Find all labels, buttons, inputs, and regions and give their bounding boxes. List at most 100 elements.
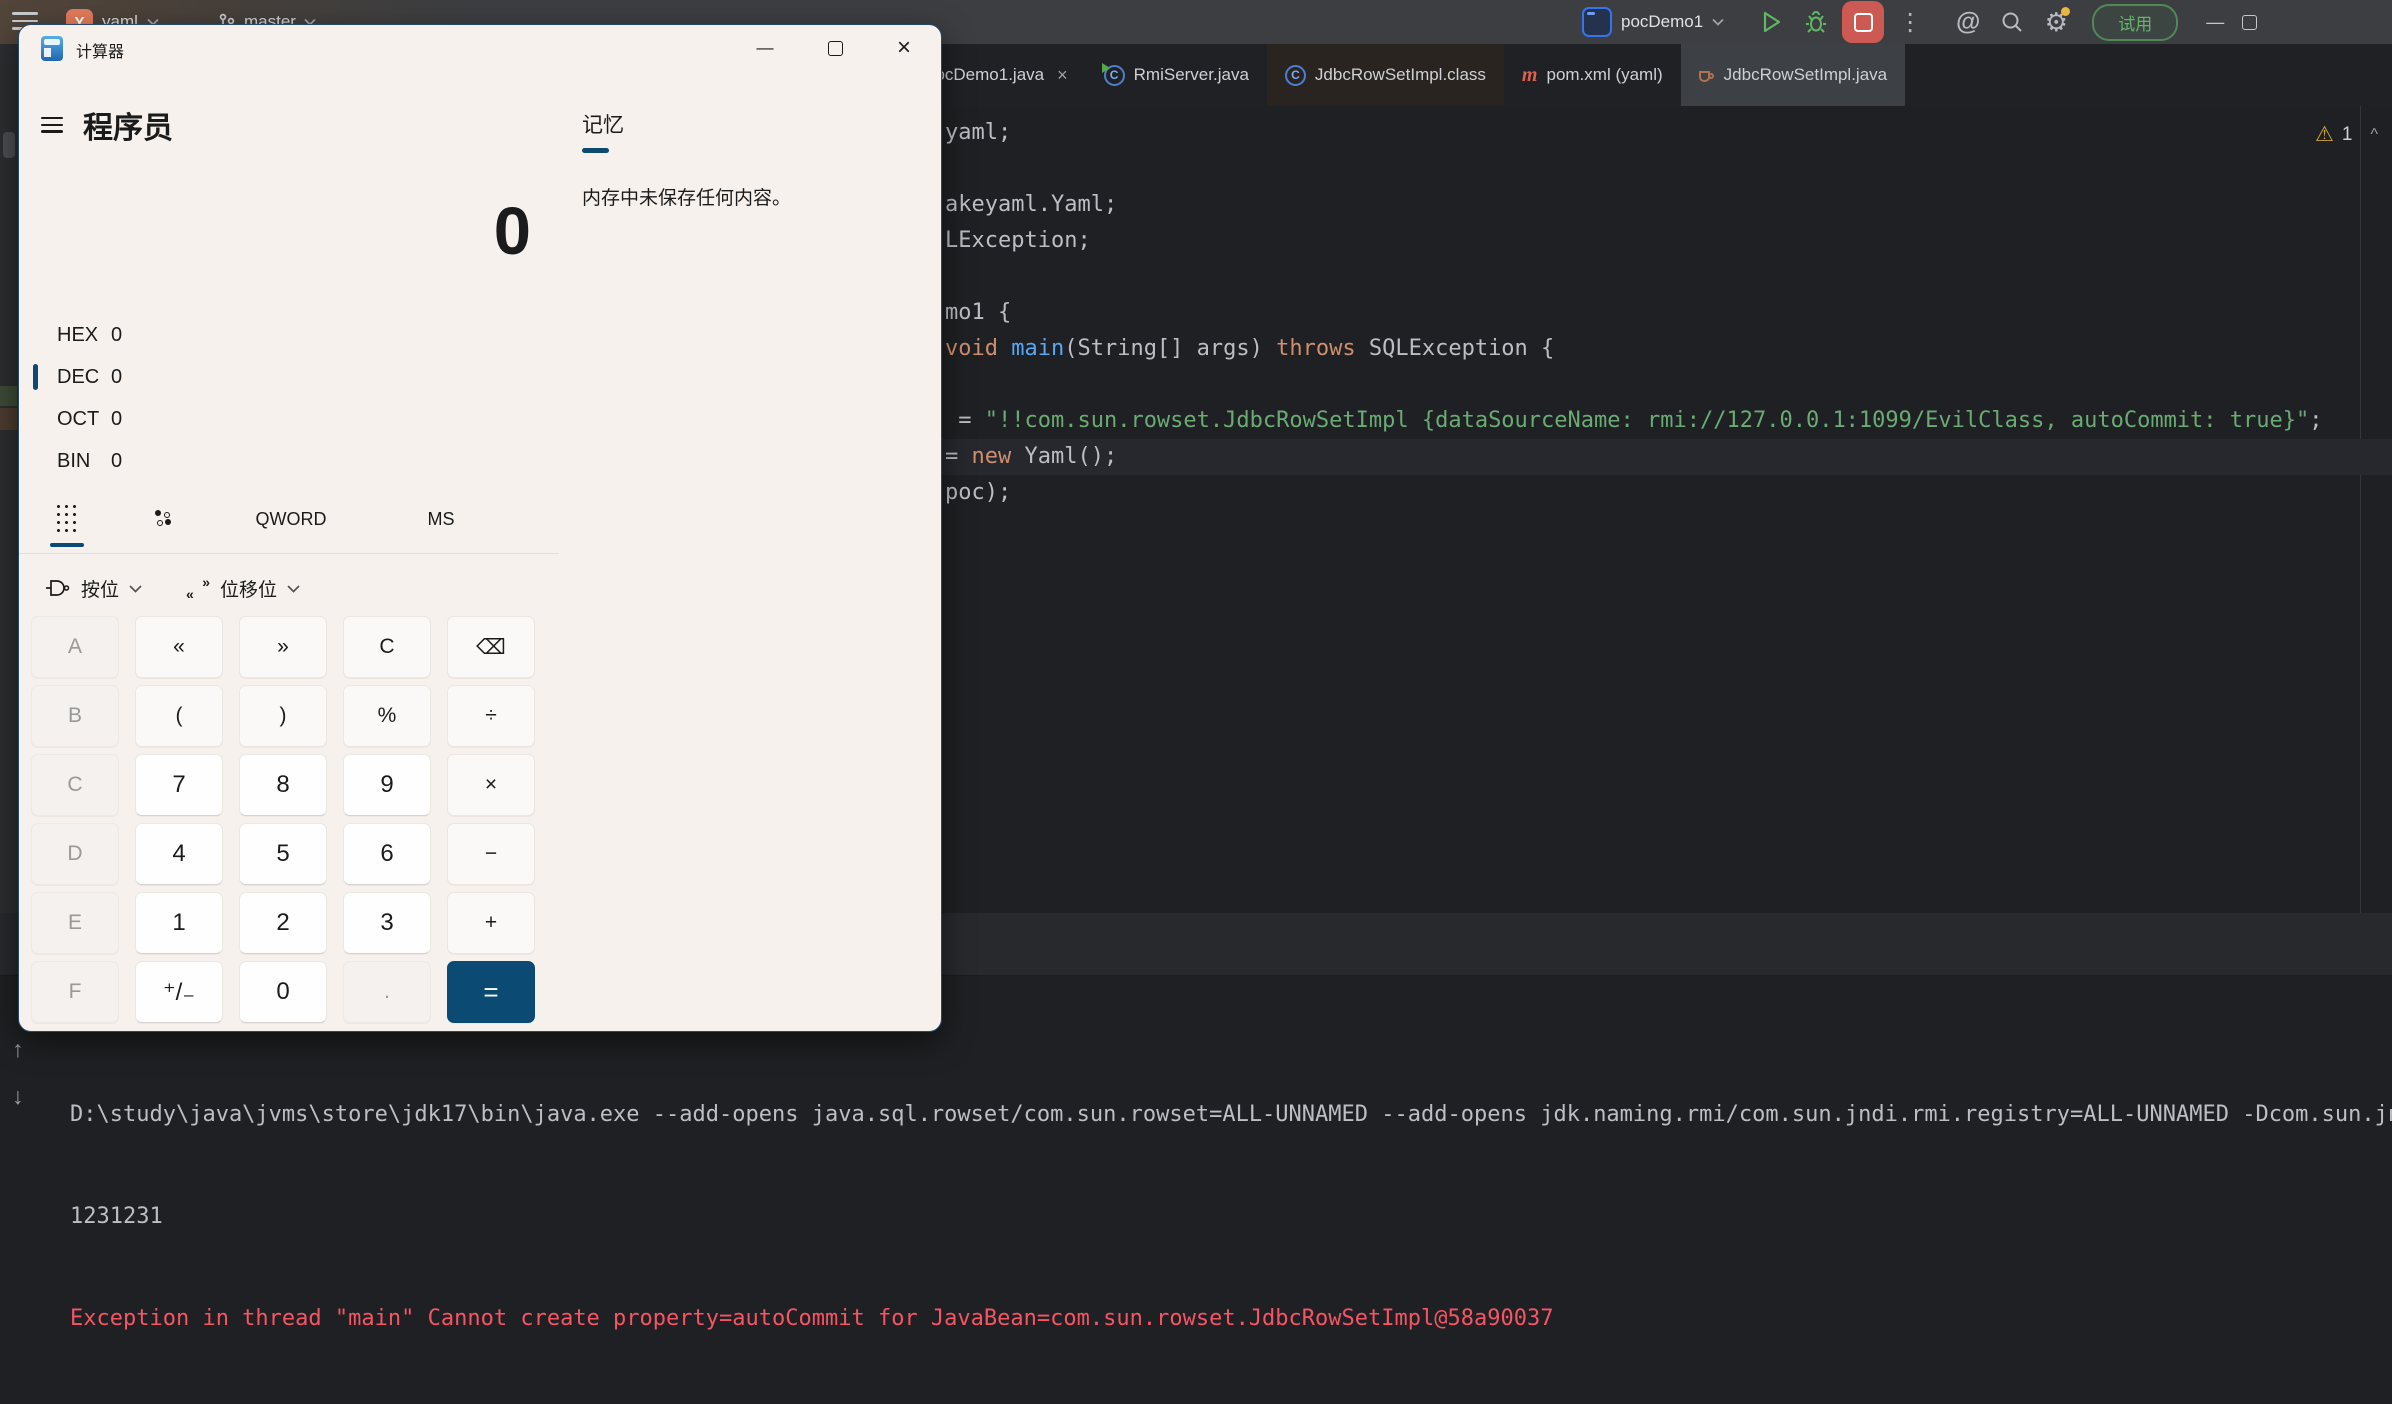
key-plus[interactable]: + — [447, 892, 535, 954]
warning-count: 1 — [2341, 123, 2353, 145]
key-close-paren[interactable]: ) — [239, 685, 327, 747]
window-maximize-button[interactable] — [2232, 14, 2266, 30]
key-negate[interactable]: ⁺/₋ — [135, 961, 223, 1023]
code-line: void main(String[] args) throws SQLExcep… — [945, 336, 1555, 361]
chevron-down-icon — [1712, 18, 1724, 26]
code-line: LException; — [945, 228, 1091, 253]
ai-assistant-button[interactable]: @ — [1946, 0, 1990, 44]
key-6[interactable]: 6 — [343, 823, 431, 885]
bitshift-dropdown[interactable]: » « 位移位 — [186, 574, 300, 602]
radix-value: 0 — [111, 323, 123, 346]
maven-icon: m — [1521, 63, 1538, 86]
key-divide[interactable]: ÷ — [447, 685, 535, 747]
memory-tab[interactable]: 记忆 — [582, 109, 624, 153]
stop-button[interactable] — [1842, 1, 1885, 43]
calc-minimize-button[interactable]: — — [742, 25, 788, 71]
tool-stripe-item[interactable] — [0, 386, 17, 406]
calc-close-button[interactable]: × — [881, 25, 927, 71]
tab-label: RmiServer.java — [1133, 65, 1249, 84]
scroll-up-icon[interactable]: ↑ — [12, 1038, 24, 1061]
active-toggle-underline — [50, 542, 84, 547]
key-shift-left[interactable]: « — [135, 616, 223, 678]
key-percent[interactable]: % — [343, 685, 431, 747]
tab-label: pocDemo1.java — [926, 65, 1045, 84]
code-line: = "!!com.sun.rowset.JdbcRowSetImpl {data… — [945, 408, 2323, 433]
window-minimize-button[interactable]: — — [2198, 12, 2232, 33]
tab-pom-xml-yaml-[interactable]: m pom.xml (yaml) — [1504, 44, 1681, 106]
calc-display: 0 — [493, 194, 531, 269]
key-b: B — [31, 685, 119, 747]
tab-close-icon[interactable]: × — [1057, 65, 1068, 86]
run-configuration-selector[interactable]: pocDemo1 — [1582, 7, 1724, 37]
warning-icon: ⚠ — [2315, 123, 2334, 146]
code-line: poc); — [945, 480, 1012, 505]
key-open-paren[interactable]: ( — [135, 685, 223, 747]
key-8[interactable]: 8 — [239, 754, 327, 816]
trial-badge[interactable]: 试用 — [2092, 3, 2179, 41]
bitwise-dropdown[interactable]: 按位 — [45, 575, 142, 602]
key-7[interactable]: 7 — [135, 754, 223, 816]
logic-gate-icon — [46, 580, 70, 596]
memory-empty-text: 内存中未保存任何内容。 — [582, 188, 792, 209]
tab-jdbcrowsetimpl-java[interactable]: JdbcRowSetImpl.java — [1680, 44, 1906, 106]
stop-icon — [1853, 12, 1873, 32]
key-multiply[interactable]: × — [447, 754, 535, 816]
chevron-down-icon — [129, 584, 142, 593]
radix-label: BIN — [57, 449, 91, 472]
key-d: D — [31, 823, 119, 885]
tab-label: pom.xml (yaml) — [1546, 65, 1663, 84]
radix-panel: HEX 0 DEC 0 OCT 0 BIN 0 — [19, 314, 531, 482]
key-clear[interactable]: C — [343, 616, 431, 678]
run-button[interactable] — [1750, 0, 1794, 44]
bitshift-label: 位移位 — [220, 579, 278, 601]
radix-row-bin[interactable]: BIN 0 — [19, 440, 531, 482]
debug-button[interactable] — [1794, 0, 1838, 44]
key-1[interactable]: 1 — [135, 892, 223, 954]
full-keypad-toggle[interactable] — [19, 491, 115, 547]
key-9[interactable]: 9 — [343, 754, 431, 816]
tool-stripe-item[interactable] — [3, 132, 15, 158]
tab-label: JdbcRowSetImpl.java — [1723, 65, 1888, 84]
key-c: C — [31, 754, 119, 816]
calculator-app-icon — [41, 36, 63, 61]
calc-maximize-button[interactable] — [812, 25, 858, 71]
settings-button[interactable]: ⚙ — [2034, 0, 2078, 44]
tool-stripe-item[interactable] — [0, 408, 17, 430]
console-error-line: Exception in thread "main" Cannot create… — [70, 1306, 1554, 1331]
calc-mode-title: 程序员 — [83, 112, 173, 145]
memory-store-button[interactable]: MS — [371, 491, 511, 547]
tab-jdbcrowsetimpl-class[interactable]: C JdbcRowSetImpl.class — [1266, 44, 1504, 106]
bit-toggle-keypad[interactable] — [115, 491, 211, 547]
calc-menu-icon[interactable] — [37, 111, 67, 139]
key-f: F — [31, 961, 119, 1023]
maximize-icon — [2241, 14, 2257, 30]
chevron-up-icon[interactable]: ^ — [2370, 126, 2378, 144]
radix-label: OCT — [57, 407, 100, 430]
key-2[interactable]: 2 — [239, 892, 327, 954]
key-e: E — [31, 892, 119, 954]
more-actions-button[interactable]: ⋮ — [1888, 0, 1932, 44]
search-everywhere-button[interactable] — [1990, 0, 2034, 44]
scroll-down-icon[interactable]: ↓ — [12, 1085, 24, 1108]
key-5[interactable]: 5 — [239, 823, 327, 885]
run-config-icon — [1582, 7, 1612, 37]
inspections-widget[interactable]: ⚠ 1 ^ — [2315, 122, 2378, 147]
console-output[interactable]: D:\study\java\jvms\store\jdk17\bin\java.… — [70, 1030, 2392, 1404]
key-4[interactable]: 4 — [135, 823, 223, 885]
key-0[interactable]: 0 — [239, 961, 327, 1023]
key-shift-right[interactable]: » — [239, 616, 327, 678]
radix-row-dec[interactable]: DEC 0 — [19, 356, 531, 398]
radix-row-oct[interactable]: OCT 0 — [19, 398, 531, 440]
console-line: 1231231 — [70, 1204, 163, 1229]
memory-tab-label: 记忆 — [582, 114, 624, 137]
radix-row-hex[interactable]: HEX 0 — [19, 314, 531, 356]
key-minus[interactable]: − — [447, 823, 535, 885]
tab-rmiserver-java[interactable]: C RmiServer.java — [1086, 44, 1267, 106]
calculator-titlebar[interactable]: 计算器 — × — [19, 25, 941, 71]
key-3[interactable]: 3 — [343, 892, 431, 954]
word-size-button[interactable]: QWORD — [211, 491, 371, 547]
key-backspace[interactable]: ⌫ — [447, 616, 535, 678]
calculator-keypad: A «» C ⌫ B()% ÷ C 7 8 9 × D 4 5 6− E 1 2 3 + F ⁺/₋ 0. = — [31, 616, 535, 1023]
key-equals[interactable]: = — [447, 961, 535, 1023]
